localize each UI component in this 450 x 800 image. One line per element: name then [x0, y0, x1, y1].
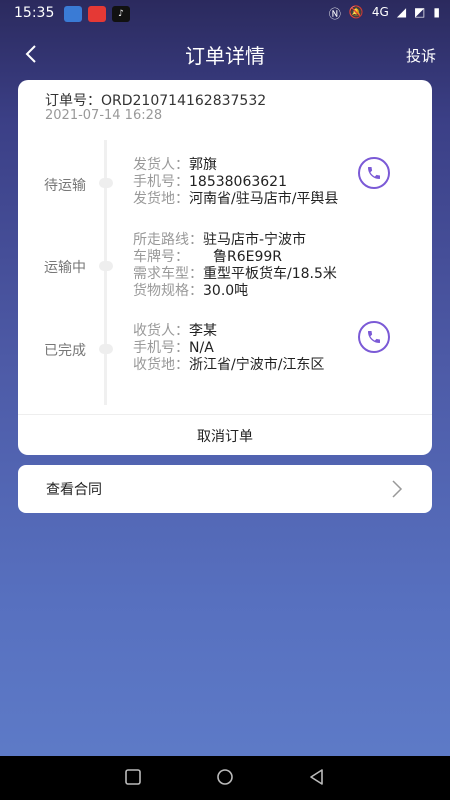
destination-label: 收货地： [133, 357, 189, 373]
battery-icon: ▮ [433, 5, 440, 19]
timeline-dot [99, 344, 113, 354]
shipper-label: 发货人： [133, 157, 189, 173]
timeline-dot [99, 178, 113, 188]
divider [18, 414, 432, 415]
route-value: 驻马店市-宁波市 [203, 232, 307, 248]
status-in-transit: 运输中 [44, 260, 86, 276]
cancel-order-button[interactable]: 取消订单 [18, 426, 432, 446]
view-contract-row[interactable]: 查看合同 [18, 465, 432, 513]
truck-type-value: 重型平板货车/18.5米 [203, 266, 337, 282]
cargo-spec-value: 30.0吨 [203, 283, 249, 299]
mute-icon: 🔕 [348, 5, 364, 19]
status-bar: 15:35 ♪ Ⓝ 🔕 4G ◢ ◩ ▮ [0, 0, 450, 28]
route-row: 所走路线：驻马店市-宁波市 [133, 232, 337, 249]
shipper-phone-label: 手机号： [133, 174, 189, 190]
transport-info: 所走路线：驻马店市-宁波市 车牌号： 鲁R6E99R 需求车型：重型平板货车/18… [133, 232, 337, 300]
shipper-value: 郭旗 [189, 157, 217, 173]
timeline-dot [99, 261, 113, 271]
cargo-spec-label: 货物规格： [133, 283, 203, 299]
receiver-row: 收货人：李某 [133, 323, 324, 340]
chevron-right-icon [392, 480, 403, 498]
plate-row: 车牌号： 鲁R6E99R [133, 249, 337, 266]
nfc-icon: Ⓝ [328, 7, 341, 21]
news-notification-icon [88, 6, 106, 22]
receiver-label: 收货人： [133, 323, 189, 339]
shipper-phone-row: 手机号：18538063621 [133, 174, 338, 191]
phone-icon [368, 331, 380, 343]
status-pending: 待运输 [44, 178, 86, 194]
shipper-row: 发货人：郭旗 [133, 157, 338, 174]
order-number: 订单号：ORD210714162837532 [45, 93, 267, 109]
route-label: 所走路线： [133, 232, 203, 248]
receiver-phone-value: N/A [189, 340, 214, 356]
network-label: 4G [371, 5, 389, 19]
destination-row: 收货地：浙江省/宁波市/江东区 [133, 357, 324, 374]
back-nav-button[interactable] [308, 768, 326, 786]
page-title: 订单详情 [185, 44, 265, 68]
status-time: 15:35 [14, 5, 55, 21]
receiver-phone-label: 手机号： [133, 340, 189, 356]
view-contract-label: 查看合同 [46, 482, 102, 498]
signal-off-icon: ◩ [414, 5, 426, 19]
plate-value: 鲁R6E99R [213, 249, 283, 265]
order-card: 订单号：ORD210714162837532 2021-07-14 16:28 … [18, 80, 432, 455]
home-button[interactable] [216, 768, 234, 786]
receiver-phone-row: 手机号：N/A [133, 340, 324, 357]
order-datetime: 2021-07-14 16:28 [45, 108, 163, 123]
destination-value: 浙江省/宁波市/江东区 [189, 357, 325, 373]
tiktok-notification-icon: ♪ [112, 6, 130, 22]
system-icons: Ⓝ 🔕 4G ◢ ◩ ▮ [329, 5, 440, 22]
origin-value: 河南省/驻马店市/平舆县 [189, 191, 339, 207]
call-receiver-button[interactable] [358, 321, 390, 353]
receiver-value: 李某 [189, 323, 217, 339]
plate-label: 车牌号： [133, 249, 189, 265]
call-shipper-button[interactable] [358, 157, 390, 189]
origin-row: 发货地：河南省/驻马店市/平舆县 [133, 191, 338, 208]
cargo-spec-row: 货物规格：30.0吨 [133, 283, 337, 300]
origin-label: 发货地： [133, 191, 189, 207]
recent-apps-button[interactable] [124, 768, 142, 786]
system-navigation-bar [0, 756, 450, 800]
app-header: 订单详情 投诉 [0, 30, 450, 78]
truck-type-row: 需求车型：重型平板货车/18.5米 [133, 266, 337, 283]
shipper-phone-value: 18538063621 [189, 174, 287, 190]
receiver-info: 收货人：李某 手机号：N/A 收货地：浙江省/宁波市/江东区 [133, 323, 324, 374]
app-notification-icon [64, 6, 82, 22]
complaint-button[interactable]: 投诉 [406, 45, 436, 66]
truck-type-label: 需求车型： [133, 266, 203, 282]
shipper-info: 发货人：郭旗 手机号：18538063621 发货地：河南省/驻马店市/平舆县 [133, 157, 338, 208]
signal-icon: ◢ [396, 5, 407, 19]
phone-icon [368, 167, 380, 179]
status-completed: 已完成 [44, 343, 86, 359]
notification-icons: ♪ [64, 6, 130, 22]
